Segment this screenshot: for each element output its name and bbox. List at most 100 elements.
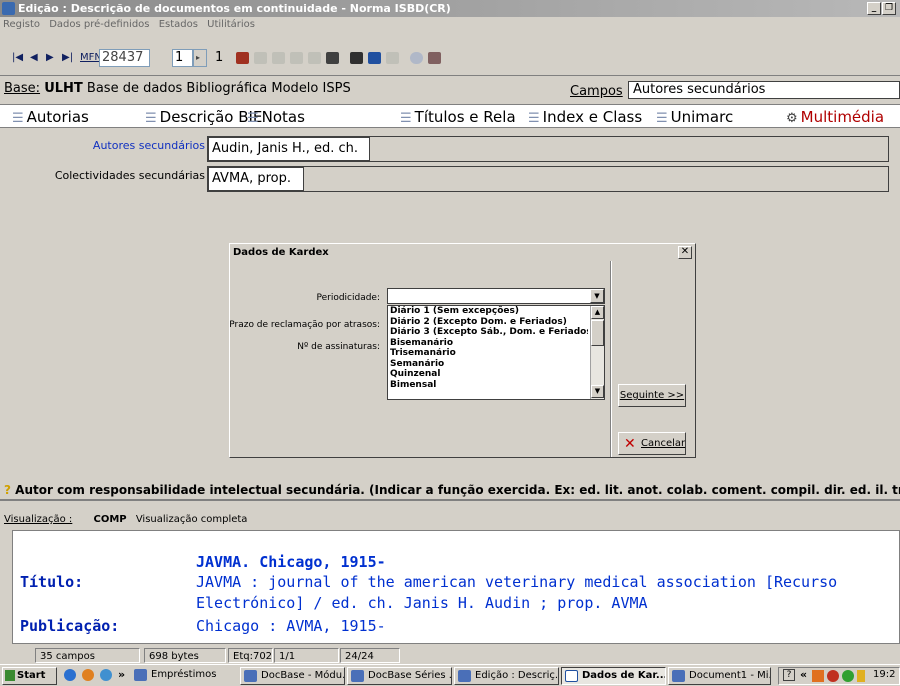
tray-expand-icon[interactable]: « xyxy=(800,668,807,681)
visualizacao-label: Visualização : xyxy=(4,514,73,525)
tab-autorias[interactable]: ☰ Autorias xyxy=(12,107,89,129)
list-icon: ☰ xyxy=(656,111,668,126)
option-diario-2[interactable]: Diário 2 (Excepto Dom. e Feriados) xyxy=(388,317,588,328)
prev-record-icon[interactable]: ◀ xyxy=(30,52,38,63)
paste-record-icon[interactable] xyxy=(272,52,285,64)
menu-dados-pre-definidos[interactable]: Dados pré-definidos xyxy=(49,19,149,30)
field-label-colectividades-secundarias: Colectividades secundárias xyxy=(54,169,205,182)
menu-registo[interactable]: Registo xyxy=(3,19,40,30)
mail-icon[interactable] xyxy=(82,669,94,681)
modelo-value: ISPS xyxy=(322,81,351,96)
save-record-icon[interactable] xyxy=(290,52,303,64)
status-bytes: 698 bytes xyxy=(144,648,226,663)
scroll-up-icon[interactable]: ▲ xyxy=(591,306,604,319)
media-icon[interactable] xyxy=(100,669,112,681)
task-docbase-modulo[interactable]: DocBase - Módu... xyxy=(240,667,345,685)
periodicidade-select[interactable]: ▼ xyxy=(387,288,605,304)
next-button[interactable]: Seguinte >> xyxy=(618,384,686,407)
tab-descricao-bie[interactable]: ☰ Descrição BIE xyxy=(145,107,262,129)
tab-titulos-e-rela[interactable]: ☰ Títulos e Rela xyxy=(400,107,516,129)
chevron-down-icon[interactable]: ▼ xyxy=(590,289,604,303)
option-trisemanario[interactable]: Trisemanário xyxy=(388,348,588,359)
tray-volume-icon[interactable] xyxy=(857,670,865,682)
app-icon xyxy=(351,670,364,682)
base-label: Base: xyxy=(4,81,41,96)
undo-icon[interactable] xyxy=(308,52,321,64)
calendar-icon[interactable] xyxy=(428,52,441,64)
tab-index-e-class[interactable]: ☰ Index e Class xyxy=(528,107,642,129)
field-autores-secundarios[interactable]: Audin, Janis H., ed. ch. xyxy=(207,136,889,162)
app-icon xyxy=(244,670,257,682)
tray-app-icon[interactable] xyxy=(812,670,824,682)
option-diario-3[interactable]: Diário 3 (Excepto Sáb., Dom. e Feriados) xyxy=(388,327,588,338)
visualizacao-mode-desc: Visualização completa xyxy=(135,514,248,525)
option-bisemanario[interactable]: Bisemanário xyxy=(388,338,588,349)
scroll-thumb[interactable] xyxy=(591,320,604,346)
preview-icon[interactable] xyxy=(368,52,381,64)
option-diario-1[interactable]: Diário 1 (Sem excepções) xyxy=(388,306,588,317)
tab-notas[interactable]: ☰ Notas xyxy=(247,107,305,129)
visualizacao-bar: Visualização : COMP Visualização complet… xyxy=(0,510,900,530)
field-hint: ? Autor com responsabilidade intelectual… xyxy=(0,479,900,501)
mfn-input[interactable]: 28437 xyxy=(99,49,150,67)
restore-button[interactable]: ❐ xyxy=(882,2,896,15)
record-input[interactable]: 1 xyxy=(172,49,193,67)
first-record-icon[interactable]: |◀ xyxy=(12,52,23,63)
task-emprestimos[interactable]: Empréstimos xyxy=(131,667,236,685)
menu-utilitarios[interactable]: Utilitários xyxy=(207,19,255,30)
more-icon[interactable]: » xyxy=(118,668,125,681)
toolbar: |◀ ◀ ▶ ▶| MFN 28437 1 ▸ 1 xyxy=(0,36,900,76)
record-spin-icon[interactable]: ▸ xyxy=(193,49,207,67)
list-icon: ☰ xyxy=(12,111,24,126)
next-record-icon[interactable]: ▶ xyxy=(46,52,54,63)
task-docbase-series[interactable]: DocBase Séries ... xyxy=(347,667,452,685)
tab-unimarc[interactable]: ☰ Unimarc xyxy=(656,107,733,129)
prazo-label: Prazo de reclamação por atrasos: xyxy=(229,320,380,330)
cancel-icon: ✕ xyxy=(624,436,636,452)
close-icon[interactable]: ✕ xyxy=(678,246,692,259)
task-edicao[interactable]: Edição : Descriç... xyxy=(454,667,559,685)
visualizacao-mode[interactable]: COMP xyxy=(94,514,127,525)
titulo-label: Título: xyxy=(20,573,84,591)
task-document1[interactable]: Document1 - Mi... xyxy=(668,667,771,685)
field-colectividades-secundarias[interactable]: AVMA, prop. xyxy=(207,166,889,192)
status-page: 1/1 xyxy=(274,648,339,663)
search-icon[interactable] xyxy=(410,52,423,64)
option-semanario[interactable]: Semanário xyxy=(388,359,588,370)
base-name: Base de dados Bibliográfica xyxy=(86,81,268,96)
option-bimensal[interactable]: Bimensal xyxy=(388,380,588,391)
task-dados-de-kardex[interactable]: Dados de Kar... xyxy=(561,667,666,685)
copy-record-icon[interactable] xyxy=(254,52,267,64)
print-icon[interactable] xyxy=(350,52,363,64)
tab-multimedia[interactable]: ⚙ Multimédia xyxy=(786,107,884,129)
option-quinzenal[interactable]: Quinzenal xyxy=(388,369,588,380)
tray-security-icon[interactable] xyxy=(827,670,839,682)
status-campos: 35 campos xyxy=(35,648,140,663)
campos-select[interactable]: Autores secundários xyxy=(628,81,900,99)
field-value-colectividades-secundarias[interactable]: AVMA, prop. xyxy=(208,167,304,191)
last-record-icon[interactable]: ▶| xyxy=(62,52,73,63)
options-scrollbar[interactable]: ▲ ▼ xyxy=(590,306,604,399)
record-preview: JAVMA. Chicago, 1915- Título: JAVMA : jo… xyxy=(12,530,900,644)
list-icon[interactable] xyxy=(386,52,399,64)
start-button[interactable]: Start xyxy=(2,667,57,685)
tray-network-icon[interactable] xyxy=(842,670,854,682)
dialog-title: Dados de Kardex xyxy=(233,247,329,258)
menu-estados[interactable]: Estados xyxy=(159,19,198,30)
dialog-divider xyxy=(610,261,612,457)
minimize-button[interactable]: _ xyxy=(867,2,881,15)
cancel-button[interactable]: ✕ Cancelar xyxy=(618,432,686,455)
scroll-down-icon[interactable]: ▼ xyxy=(591,385,604,398)
periodicidade-options[interactable]: Diário 1 (Sem excepções) Diário 2 (Excep… xyxy=(387,305,605,400)
help-tray-icon[interactable]: ? xyxy=(783,669,795,681)
base-bar: Base: ULHT Base de dados Bibliográfica M… xyxy=(4,79,900,99)
delete-record-icon[interactable] xyxy=(326,52,339,64)
browser-icon[interactable] xyxy=(64,669,76,681)
record-total: 1 xyxy=(215,50,224,65)
periodicidade-label: Periodicidade: xyxy=(316,293,380,303)
multimedia-icon: ⚙ xyxy=(786,111,798,126)
new-record-icon[interactable] xyxy=(236,52,249,64)
status-count: 24/24 xyxy=(340,648,400,663)
field-value-autores-secundarios[interactable]: Audin, Janis H., ed. ch. xyxy=(208,137,370,161)
system-tray: ? « 19:2 xyxy=(778,667,900,685)
